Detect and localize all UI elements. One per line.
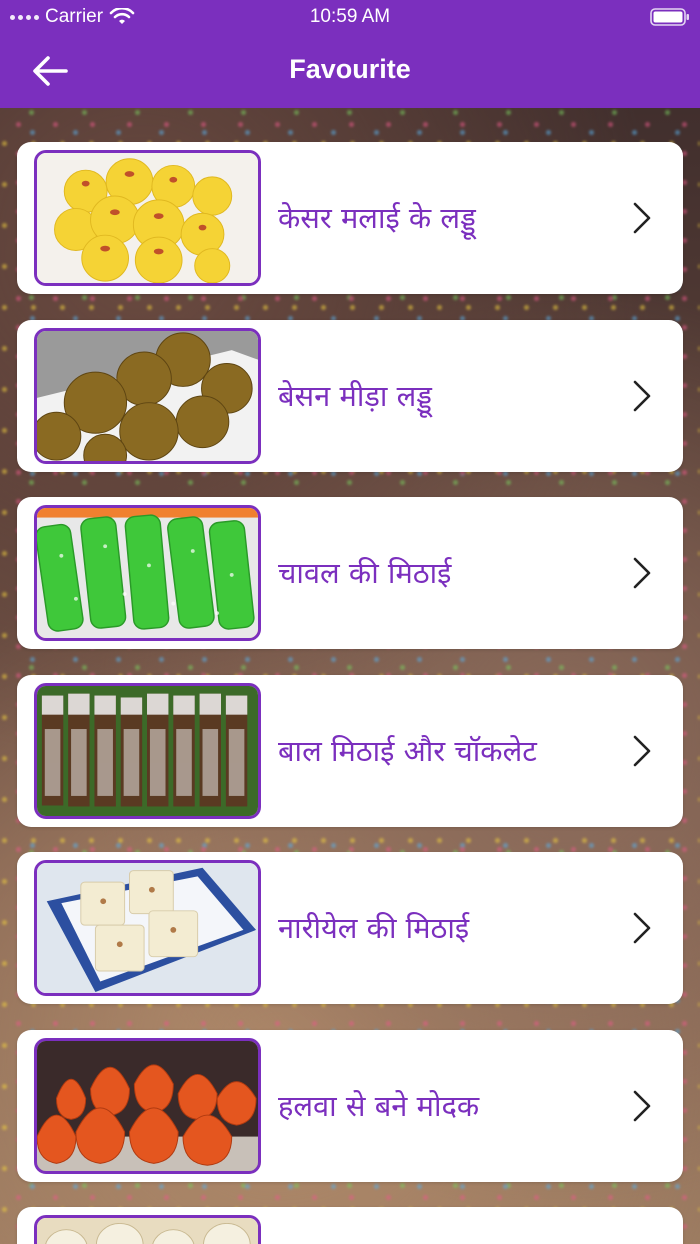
- item-thumbnail: [34, 150, 261, 286]
- item-title: केसर मलाई के लड्डू: [278, 201, 476, 235]
- item-title: चावल की मिठाई: [278, 556, 452, 590]
- favourites-list: केसर मलाई के लड्डू बेसन मीड़ा लड्डू चावल…: [17, 142, 683, 1244]
- chevron-right-icon: [633, 1090, 651, 1121]
- list-item[interactable]: बेसन मीड़ा लड्डू: [17, 319, 683, 472]
- status-bar: Carrier 10:59 AM: [0, 0, 700, 34]
- chevron-right-icon: [633, 202, 651, 234]
- item-title: बेसन मीड़ा लड्डू: [278, 378, 432, 413]
- item-title: नारीयेल की मिठाई: [278, 911, 470, 945]
- list-item[interactable]: हलवा से बने मोदक: [17, 1029, 683, 1182]
- list-item[interactable]: चावल की मिठाई: [17, 497, 683, 649]
- list-item[interactable]: बाल मिठाई और चॉकलेट: [17, 674, 683, 827]
- chevron-right-icon: [633, 557, 651, 589]
- status-time: 10:59 AM: [309, 6, 391, 27]
- chevron-right-icon: [633, 380, 651, 411]
- item-thumbnail: [34, 1215, 261, 1244]
- item-thumbnail: [34, 682, 261, 819]
- page-title: Favourite: [289, 54, 411, 84]
- item-thumbnail: [34, 860, 261, 996]
- nav-bar: Favourite: [0, 34, 700, 108]
- list-item[interactable]: नारीयेल की मिठाई: [17, 852, 683, 1004]
- item-thumbnail: [34, 1037, 261, 1174]
- battery-icon: [650, 8, 689, 26]
- chevron-right-icon: [633, 912, 651, 944]
- chevron-right-icon: [633, 735, 651, 766]
- item-thumbnail: [34, 327, 261, 464]
- list-item[interactable]: केसर मलाई के लड्डू: [17, 142, 683, 294]
- list-item[interactable]: [17, 1207, 683, 1244]
- item-title: हलवा से बने मोदक: [278, 1088, 480, 1123]
- item-title: बाल मिठाई और चॉकलेट: [278, 733, 537, 768]
- item-thumbnail: [34, 505, 261, 641]
